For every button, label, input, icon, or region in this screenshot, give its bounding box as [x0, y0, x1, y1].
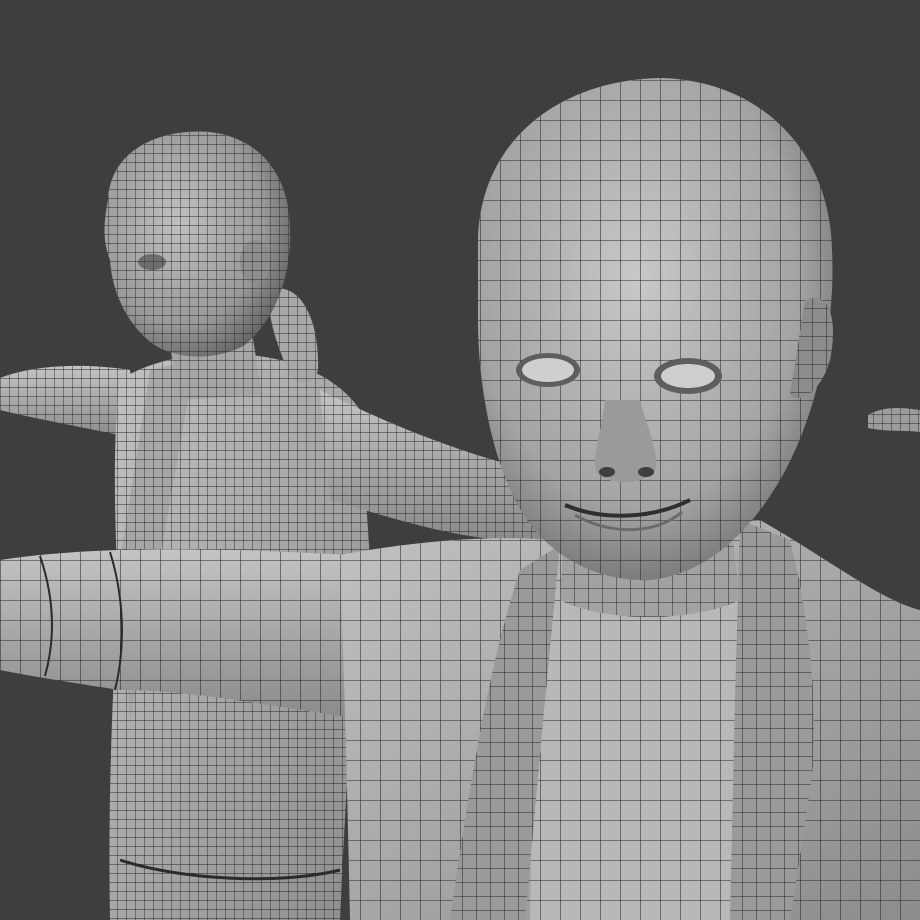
front-figure-head	[478, 78, 833, 581]
wireframe-render	[0, 78, 920, 920]
3d-viewport[interactable]	[0, 0, 920, 920]
front-figure-far-hand	[868, 407, 920, 432]
back-figure-head	[104, 131, 291, 357]
